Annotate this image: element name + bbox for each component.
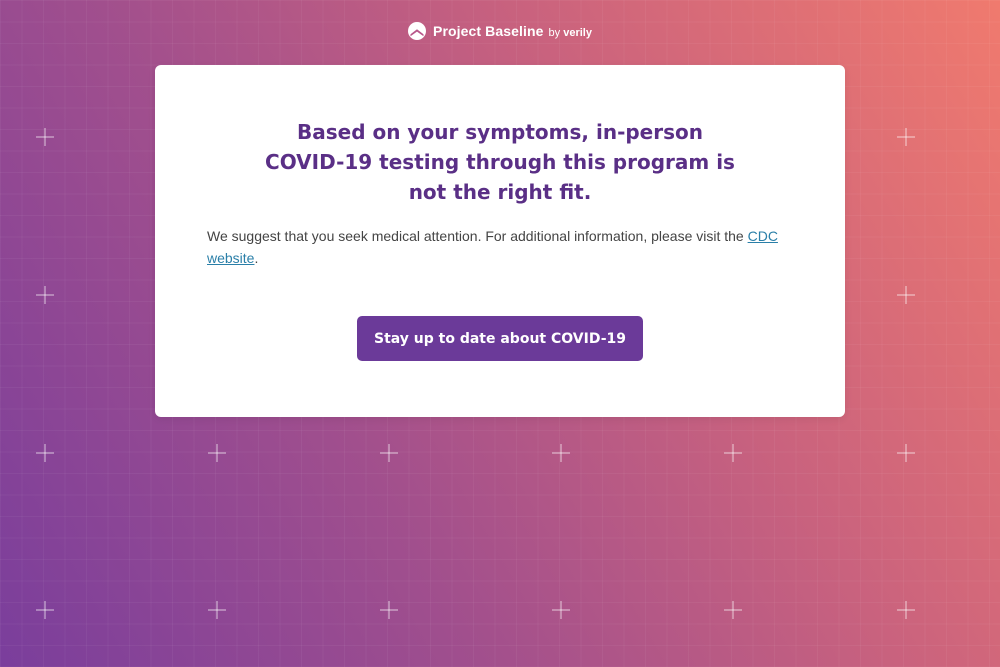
- site-header: Project Baseline by verily: [0, 22, 1000, 40]
- byline-company: verily: [563, 26, 592, 39]
- plus-icon: [897, 128, 915, 146]
- plus-icon: [36, 128, 54, 146]
- plus-icon: [897, 444, 915, 462]
- message-text: We suggest that you seek medical attenti…: [207, 228, 744, 244]
- plus-icon: [724, 601, 742, 619]
- plus-icon: [380, 601, 398, 619]
- plus-icon: [552, 444, 570, 462]
- plus-icon: [208, 601, 226, 619]
- stay-up-to-date-button[interactable]: Stay up to date about COVID-19: [357, 316, 643, 361]
- plus-icon: [380, 444, 398, 462]
- brand-name[interactable]: Project Baseline: [433, 23, 544, 39]
- result-title: Based on your symptoms, in-person COVID-…: [265, 120, 735, 204]
- result-message: We suggest that you seek medical attenti…: [207, 225, 793, 269]
- brand-byline: by verily: [549, 27, 592, 39]
- plus-icon: [724, 444, 742, 462]
- plus-icon: [552, 601, 570, 619]
- plus-icon: [36, 444, 54, 462]
- baseline-logo-icon: [408, 22, 426, 40]
- plus-icon: [897, 286, 915, 304]
- plus-icon: [897, 601, 915, 619]
- plus-icon: [208, 444, 226, 462]
- plus-icon: [36, 286, 54, 304]
- plus-icon: [36, 601, 54, 619]
- message-period: .: [254, 250, 259, 266]
- result-card: Based on your symptoms, in-person COVID-…: [155, 65, 845, 417]
- byline-prefix: by: [548, 26, 561, 39]
